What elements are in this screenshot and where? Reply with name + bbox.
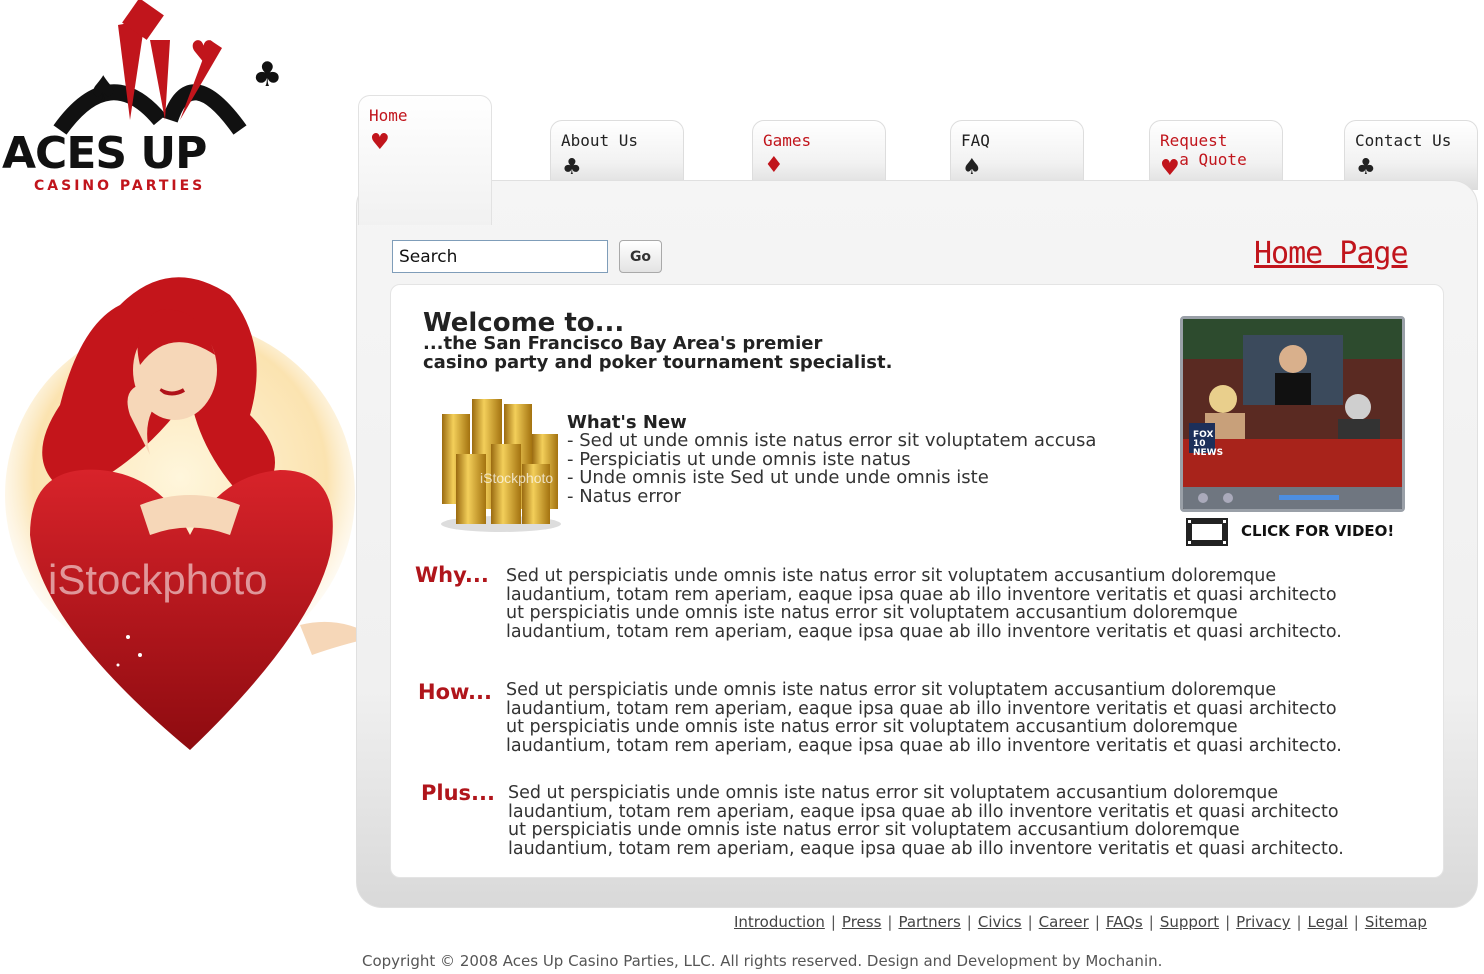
tab-faq-label: FAQ [961,131,990,150]
footer-link-sitemap[interactable]: Sitemap [1365,913,1427,931]
section-body-why: Sed ut perspiciatis unde omnis iste natu… [506,567,1416,641]
video-frame-image [1183,319,1402,509]
list-item: - Unde omnis iste Sed ut unde unde omnis… [567,467,989,489]
text-line: laudantium, totam rem aperiam, eaque ips… [506,584,1337,605]
footer-link-support[interactable]: Support [1160,913,1219,931]
text-line: ut perspiciatis unde omnis iste natus er… [508,820,1240,841]
heart-icon: ♥ [370,130,390,155]
video-caption: CLICK FOR VIDEO! [1241,522,1395,540]
separator: | [887,913,893,931]
tab-contact-us-label: Contact Us [1355,131,1452,150]
footer-links: Introduction | Press | Partners | Civics | Caree… [734,913,1427,931]
separator: | [1027,913,1033,931]
section-heading-how: How... [418,680,492,704]
section-heading-plus: Plus... [421,781,495,805]
footer-link-civics[interactable]: Civics [978,913,1022,931]
image-watermark: iStockphoto [48,556,268,603]
svg-text:♠: ♠ [88,69,118,109]
svg-text:♥: ♥ [190,35,217,70]
diamond-icon: ♦ [764,153,784,178]
section-body-how: Sed ut perspiciatis unde omnis iste natu… [506,681,1416,755]
separator: | [1148,913,1154,931]
section-heading-why: Why... [415,563,489,587]
tab-about-us-label: About Us [561,131,639,150]
video-player-thumbnail[interactable]: FOX 10 NEWS [1180,316,1405,512]
tab-games-label: Games [763,131,812,150]
page-title: Home Page [1254,236,1409,271]
text-line: Sed ut perspiciatis unde omnis iste natu… [506,566,1277,586]
gold-coins-image [441,399,561,532]
channel-badge: FOX 10 NEWS [1193,430,1224,458]
text-line: Sed ut perspiciatis unde omnis iste natu… [508,783,1279,803]
list-item: - Sed ut unde omnis iste natus error sit… [567,430,1097,451]
footer-link-career[interactable]: Career [1039,913,1089,931]
tab-home[interactable]: Home ♥ [358,95,492,225]
separator: | [1296,913,1302,931]
video-link[interactable]: CLICK FOR VIDEO! [1184,516,1402,548]
film-icon [1186,518,1228,546]
text-line: laudantium, totam rem aperiam, eaque ips… [506,698,1337,719]
text-line: ut perspiciatis unde omnis iste natus er… [506,717,1238,738]
logo-title: ACES UP [2,128,207,179]
separator: | [1094,913,1100,931]
club-icon: ♣ [1356,155,1376,180]
list-item: - Natus error [567,485,681,507]
hostess-illustration [5,277,375,750]
footer-link-partners[interactable]: Partners [898,913,960,931]
text-line: laudantium, totam rem aperiam, eaque ips… [506,621,1342,642]
search-input[interactable] [392,240,608,273]
separator: | [1353,913,1359,931]
search-go-button[interactable]: Go [619,240,662,273]
separator: | [830,913,836,931]
svg-text:♣: ♣ [252,55,282,95]
text-line: laudantium, totam rem aperiam, eaque ips… [508,801,1339,822]
text-line: ut perspiciatis unde omnis iste natus er… [506,603,1238,624]
welcome-subtitle: ...the San Francisco Bay Area's premier … [423,333,893,373]
footer-link-privacy[interactable]: Privacy [1236,913,1290,931]
footer-link-introduction[interactable]: Introduction [734,913,825,931]
tab-home-label: Home [369,106,408,125]
separator: | [1225,913,1231,931]
logo-subtitle: CASINO PARTIES [34,178,206,194]
separator: | [966,913,972,931]
club-icon: ♣ [562,155,582,180]
heart-icon: ♥ [1160,156,1180,181]
text-line: laudantium, totam rem aperiam, eaque ips… [506,735,1342,756]
coins-watermark: iStockphoto [480,470,554,486]
section-body-plus: Sed ut perspiciatis unde omnis iste natu… [508,784,1418,858]
spade-icon: ♠ [962,155,982,180]
text-line: Sed ut perspiciatis unde omnis iste natu… [506,680,1277,700]
footer-link-legal[interactable]: Legal [1308,913,1348,931]
footer-link-faqs[interactable]: FAQs [1106,913,1143,931]
copyright: Copyright © 2008 Aces Up Casino Parties,… [362,952,1163,970]
text-line: laudantium, totam rem aperiam, eaque ips… [508,838,1344,859]
footer-link-press[interactable]: Press [842,913,881,931]
whats-new-list: - Sed ut unde omnis iste natus error sit… [567,430,1097,507]
